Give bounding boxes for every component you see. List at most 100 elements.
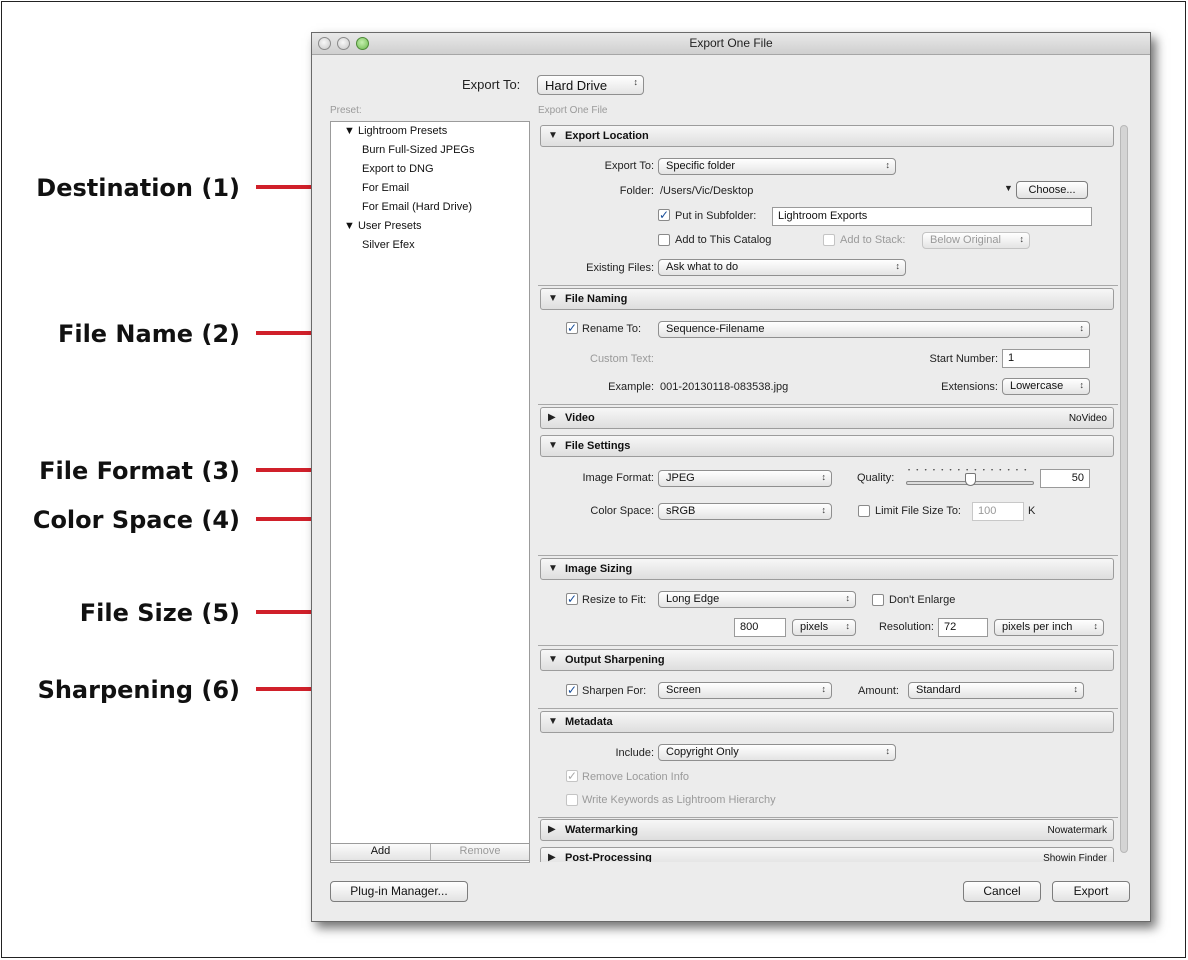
folder-path: /Users/Vic/Desktop <box>660 185 754 197</box>
size-value-input[interactable]: 800 <box>734 618 786 637</box>
quality-slider-thumb[interactable] <box>965 473 976 486</box>
remove-preset-button[interactable]: Remove <box>431 845 529 857</box>
section-file-naming[interactable]: ▼ File Naming <box>540 288 1114 310</box>
disclosure-closed-icon: ▶ <box>548 852 556 862</box>
preset-item[interactable]: Burn Full-Sized JPEGs <box>362 144 474 156</box>
choose-folder-button[interactable]: Choose... <box>1016 181 1088 199</box>
rename-checkbox[interactable]: ✓ <box>566 322 578 334</box>
limit-size-input[interactable]: 100 <box>972 502 1024 521</box>
settings-scrollbar[interactable] <box>1120 125 1128 853</box>
section-divider <box>538 645 1118 646</box>
extensions-select[interactable]: Lowercase <box>1002 378 1090 395</box>
subfolder-checkbox[interactable]: ✓ <box>658 209 670 221</box>
cancel-button[interactable]: Cancel <box>963 881 1041 902</box>
section-divider <box>538 817 1118 818</box>
amount-label: Amount: <box>858 685 899 697</box>
section-output-sharpening[interactable]: ▼ Output Sharpening <box>540 649 1114 671</box>
section-status: Nowatermark <box>1047 825 1107 836</box>
subfolder-name-input[interactable]: Lightroom Exports <box>772 207 1092 226</box>
preset-folder-user[interactable]: ▼ User Presets <box>344 220 422 232</box>
section-title: Export Location <box>565 130 649 142</box>
preset-folder-label: Lightroom Presets <box>357 125 448 137</box>
preset-item[interactable]: Silver Efex <box>362 239 415 251</box>
callout-color-space: Color Space (4) <box>32 506 240 534</box>
example-label: Example: <box>608 381 654 393</box>
resolution-label: Resolution: <box>878 621 934 633</box>
export-button[interactable]: Export <box>1052 881 1130 902</box>
sharpen-for-select[interactable]: Screen <box>658 682 832 699</box>
section-divider <box>538 404 1118 405</box>
section-watermarking[interactable]: ▶ Watermarking Nowatermark <box>540 819 1114 841</box>
sharpen-for-label: Sharpen For: <box>582 685 647 697</box>
quality-input[interactable]: 50 <box>1040 469 1090 488</box>
include-label: Include: <box>615 747 654 759</box>
preset-item[interactable]: Export to DNG <box>362 163 434 175</box>
add-catalog-checkbox[interactable] <box>658 234 670 246</box>
existing-files-select[interactable]: Ask what to do <box>658 259 906 276</box>
limit-size-checkbox[interactable] <box>858 505 870 517</box>
rename-label: Rename To: <box>582 323 642 335</box>
remove-location-checkbox[interactable]: ✓ <box>566 770 578 782</box>
add-preset-button[interactable]: Add <box>331 845 430 857</box>
include-select[interactable]: Copyright Only <box>658 744 896 761</box>
remove-location-label: Remove Location Info <box>582 771 690 783</box>
sharpen-checkbox[interactable]: ✓ <box>566 684 578 696</box>
callout-file-format: File Format (3) <box>39 457 240 485</box>
post-processing-clip: ▶ Post-Processing Showin Finder <box>538 845 1118 862</box>
limit-size-label: Limit File Size To: <box>875 505 961 517</box>
preset-item[interactable]: For Email <box>362 182 409 194</box>
amount-select[interactable]: Standard <box>908 682 1084 699</box>
color-space-label: Color Space: <box>590 505 654 517</box>
section-title: Image Sizing <box>565 563 633 575</box>
rename-template-select[interactable]: Sequence-Filename <box>658 321 1090 338</box>
preset-heading: Preset: <box>330 105 362 116</box>
dest-export-to-select[interactable]: Specific folder <box>658 158 896 175</box>
start-number-input[interactable]: 1 <box>1002 349 1090 368</box>
export-to-select[interactable]: Hard Drive <box>537 75 644 95</box>
stack-position-select[interactable]: Below Original <box>922 232 1030 249</box>
section-divider <box>538 708 1118 709</box>
section-export-location[interactable]: ▼ Export Location <box>540 125 1114 147</box>
window-title: Export One File <box>689 36 773 50</box>
example-filename: 001-20130118-083538.jpg <box>660 381 789 393</box>
resize-checkbox[interactable]: ✓ <box>566 593 578 605</box>
folder-history-icon[interactable]: ▼ <box>1004 183 1013 193</box>
section-title: Video <box>565 412 595 424</box>
preset-list <box>330 121 530 863</box>
preset-actions: Add Remove <box>330 843 530 861</box>
subfolder-label: Put in Subfolder: <box>675 210 757 222</box>
disclosure-open-icon: ▼ <box>548 130 558 141</box>
preset-folder-label: User Presets <box>357 220 422 232</box>
dest-export-to-label: Export To: <box>604 160 654 172</box>
add-stack-checkbox[interactable] <box>823 234 835 246</box>
section-metadata[interactable]: ▼ Metadata <box>540 711 1114 733</box>
resize-mode-select[interactable]: Long Edge <box>658 591 856 608</box>
add-catalog-label: Add to This Catalog <box>675 234 772 246</box>
plugin-manager-button[interactable]: Plug-in Manager... <box>330 881 468 902</box>
callout-file-name: File Name (2) <box>57 320 240 348</box>
preset-folder-lightroom[interactable]: ▼ Lightroom Presets <box>344 125 447 137</box>
resize-label: Resize to Fit: <box>582 594 647 606</box>
disclosure-open-icon: ▼ <box>548 654 558 665</box>
resolution-input[interactable]: 72 <box>938 618 988 637</box>
section-image-sizing[interactable]: ▼ Image Sizing <box>540 558 1114 580</box>
section-file-settings[interactable]: ▼ File Settings <box>540 435 1114 457</box>
image-format-select[interactable]: JPEG <box>658 470 832 487</box>
write-keywords-checkbox[interactable] <box>566 794 578 806</box>
size-unit-select[interactable]: pixels <box>792 619 856 636</box>
section-title: Metadata <box>565 716 613 728</box>
section-post-processing[interactable]: ▶ Post-Processing Showin Finder <box>540 847 1114 862</box>
section-title: Post-Processing <box>565 852 652 862</box>
section-video[interactable]: ▶ Video NoVideo <box>540 407 1114 429</box>
export-dialog: Export One File Export To: Hard Drive Pr… <box>311 32 1151 922</box>
dont-enlarge-checkbox[interactable] <box>872 594 884 606</box>
write-keywords-label: Write Keywords as Lightroom Hierarchy <box>582 794 776 806</box>
preset-item[interactable]: For Email (Hard Drive) <box>362 201 472 213</box>
start-number-label: Start Number: <box>929 353 998 365</box>
title-bar: Export One File <box>312 33 1150 55</box>
section-title: Watermarking <box>565 824 638 836</box>
resolution-unit-select[interactable]: pixels per inch <box>994 619 1104 636</box>
callout-destination: Destination (1) <box>36 174 240 202</box>
color-space-select[interactable]: sRGB <box>658 503 832 520</box>
disclosure-open-icon: ▼ <box>548 440 558 451</box>
